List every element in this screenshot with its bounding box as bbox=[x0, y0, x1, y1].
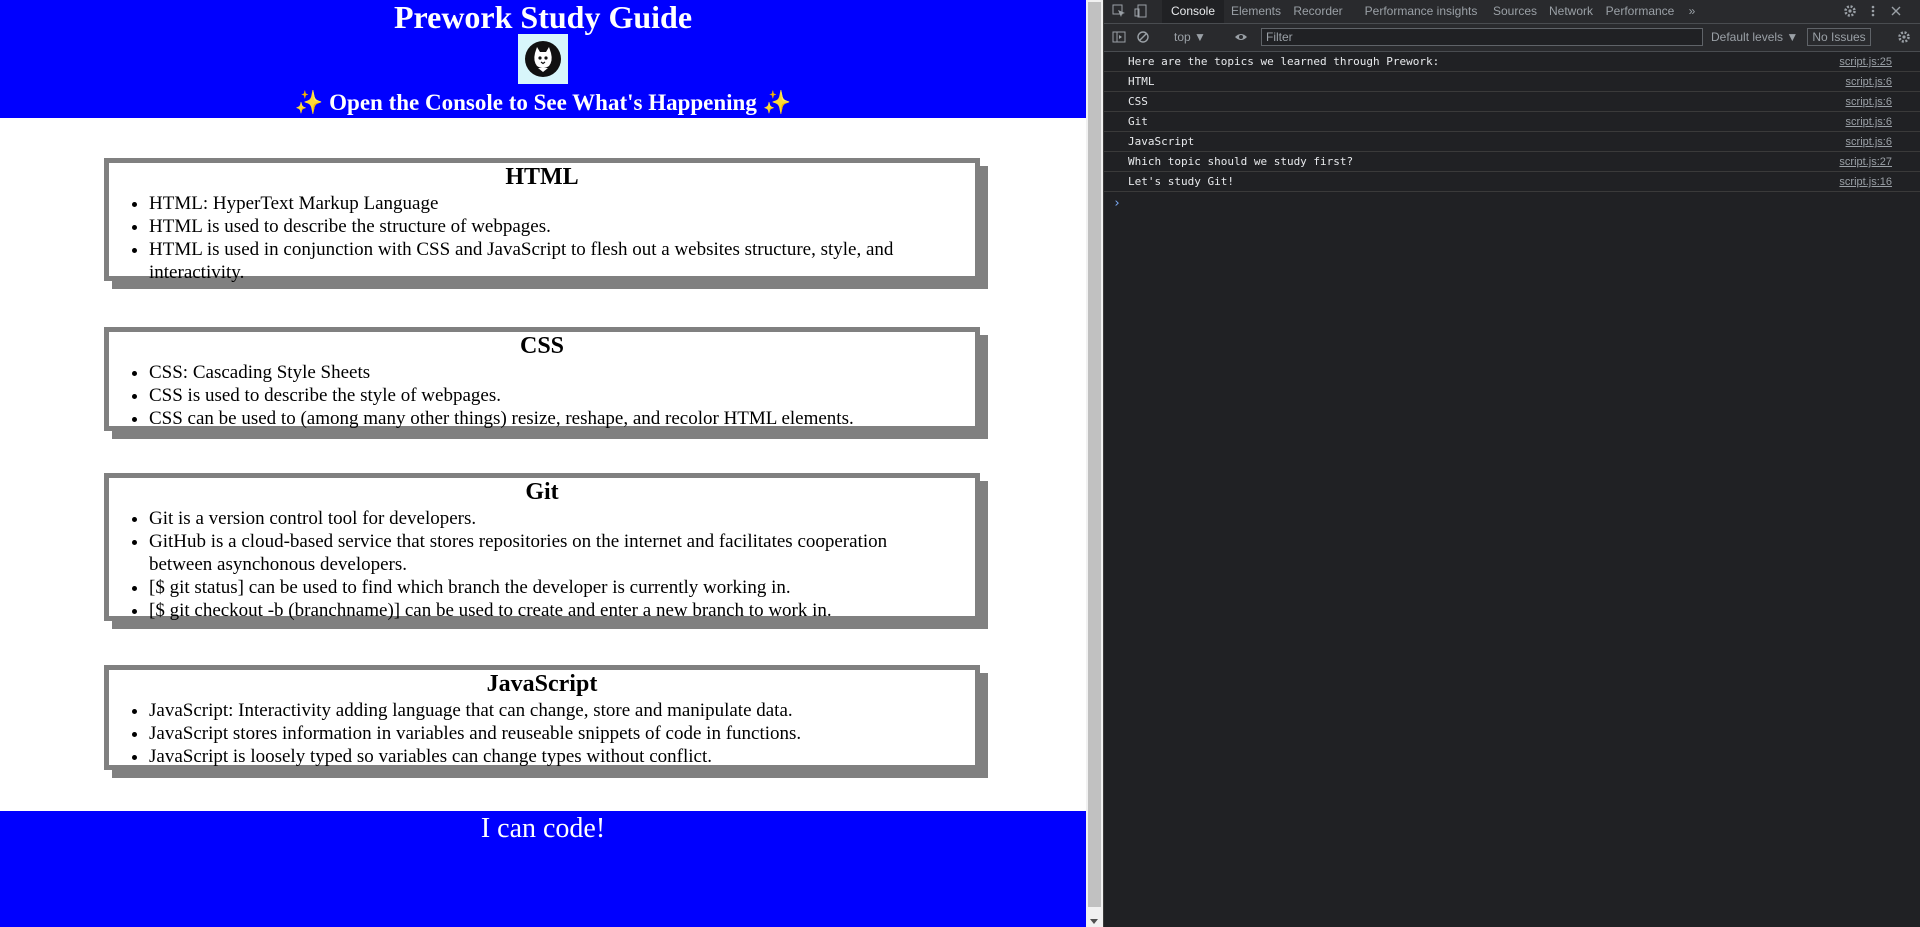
section-heading: CSS bbox=[519, 333, 565, 359]
web-page: Prework Study Guide ✨ Open the Console t… bbox=[0, 0, 1086, 927]
tab-performance-insights[interactable]: Performance insights bbox=[1356, 0, 1486, 23]
section-heading: HTML bbox=[505, 164, 579, 190]
list-item: HTML is used in conjunction with CSS and… bbox=[149, 238, 935, 284]
settings-gear-icon[interactable] bbox=[1843, 4, 1857, 18]
console-row: JavaScript script.js:6 bbox=[1104, 132, 1920, 152]
list-item: CSS is used to describe the style of web… bbox=[149, 384, 935, 407]
more-options-icon[interactable] bbox=[1866, 4, 1880, 18]
section-card-git: Git Git is a version control tool for de… bbox=[104, 473, 980, 621]
list-item: [$ git status] can be used to find which… bbox=[149, 576, 935, 599]
console-prompt[interactable]: › bbox=[1113, 196, 1121, 211]
list-item: [$ git checkout -b (branchname)] can be … bbox=[149, 599, 935, 622]
section-card-javascript: JavaScript JavaScript: Interactivity add… bbox=[104, 665, 980, 770]
filter-input[interactable]: Filter bbox=[1261, 28, 1703, 46]
console-message: HTML bbox=[1128, 75, 1155, 88]
console-row: CSS script.js:6 bbox=[1104, 92, 1920, 112]
scroll-down-icon[interactable] bbox=[1090, 919, 1098, 924]
section-card-css: CSS CSS: Cascading Style Sheets CSS is u… bbox=[104, 327, 980, 431]
console-output: Here are the topics we learned through P… bbox=[1104, 52, 1920, 927]
list-item: JavaScript is loosely typed so variables… bbox=[149, 745, 935, 768]
console-row: Let's study Git! script.js:16 bbox=[1104, 172, 1920, 192]
console-source-link[interactable]: script.js:6 bbox=[1846, 95, 1892, 109]
list-item: JavaScript stores information in variabl… bbox=[149, 722, 935, 745]
page-footer: I can code! bbox=[0, 811, 1086, 927]
tab-sources[interactable]: Sources bbox=[1490, 0, 1540, 23]
cat-logo-icon bbox=[518, 34, 568, 84]
console-message: Here are the topics we learned through P… bbox=[1128, 55, 1440, 68]
section-heading: JavaScript bbox=[486, 671, 598, 697]
console-source-link[interactable]: script.js:6 bbox=[1846, 75, 1892, 89]
section-list: HTML: HyperText Markup Language HTML is … bbox=[109, 192, 975, 284]
console-source-link[interactable]: script.js:16 bbox=[1839, 175, 1892, 189]
console-source-link[interactable]: script.js:6 bbox=[1846, 115, 1892, 129]
list-item: CSS: Cascading Style Sheets bbox=[149, 361, 935, 384]
console-row: Git script.js:6 bbox=[1104, 112, 1920, 132]
devtools-panel: Console Elements Recorder Performance in… bbox=[1103, 0, 1920, 927]
issues-button[interactable]: No Issues bbox=[1807, 28, 1871, 46]
device-toolbar-icon[interactable] bbox=[1134, 4, 1148, 18]
section-list: JavaScript: Interactivity adding languag… bbox=[109, 699, 975, 768]
tab-network[interactable]: Network bbox=[1544, 0, 1598, 23]
footer-text: I can code! bbox=[480, 813, 606, 844]
console-message: JavaScript bbox=[1128, 135, 1195, 148]
tab-performance[interactable]: Performance bbox=[1602, 0, 1678, 23]
console-source-link[interactable]: script.js:27 bbox=[1839, 155, 1892, 169]
log-levels-dropdown[interactable]: Default levels ▼ bbox=[1711, 29, 1798, 45]
section-list: Git is a version control tool for develo… bbox=[109, 507, 975, 622]
inspect-element-icon[interactable] bbox=[1112, 4, 1126, 18]
section-heading: Git bbox=[525, 479, 559, 505]
console-row: Here are the topics we learned through P… bbox=[1104, 52, 1920, 72]
list-item: HTML is used to describe the structure o… bbox=[149, 215, 935, 238]
console-source-link[interactable]: script.js:6 bbox=[1846, 135, 1892, 149]
console-message: CSS bbox=[1128, 95, 1148, 108]
close-icon[interactable] bbox=[1889, 4, 1903, 18]
console-row: HTML script.js:6 bbox=[1104, 72, 1920, 92]
tab-elements[interactable]: Elements bbox=[1228, 0, 1284, 23]
page-scrollbar[interactable] bbox=[1086, 0, 1103, 927]
list-item: Git is a version control tool for develo… bbox=[149, 507, 935, 530]
list-item: JavaScript: Interactivity adding languag… bbox=[149, 699, 935, 722]
console-source-link[interactable]: script.js:25 bbox=[1839, 55, 1892, 69]
list-item: HTML: HyperText Markup Language bbox=[149, 192, 935, 215]
console-settings-gear-icon[interactable] bbox=[1897, 30, 1911, 44]
section-card-html: HTML HTML: HyperText Markup Language HTM… bbox=[104, 158, 980, 284]
list-item: CSS can be used to (among many other thi… bbox=[149, 407, 935, 430]
page-title: Prework Study Guide bbox=[393, 0, 693, 35]
section-list: CSS: Cascading Style Sheets CSS is used … bbox=[109, 361, 975, 430]
console-message: Let's study Git! bbox=[1128, 175, 1234, 188]
page-header: Prework Study Guide ✨ Open the Console t… bbox=[0, 0, 1086, 118]
clear-console-icon[interactable] bbox=[1136, 30, 1150, 44]
console-message: Which topic should we study first? bbox=[1128, 155, 1354, 168]
eye-icon[interactable] bbox=[1234, 30, 1248, 44]
console-toolbar: top ▼ Filter Default levels ▼ No Issues bbox=[1104, 24, 1920, 52]
console-row: Which topic should we study first? scrip… bbox=[1104, 152, 1920, 172]
page-subtitle: ✨ Open the Console to See What's Happeni… bbox=[294, 90, 792, 115]
tab-recorder[interactable]: Recorder bbox=[1288, 0, 1348, 23]
sidebar-toggle-icon[interactable] bbox=[1112, 30, 1126, 44]
more-tabs-icon[interactable]: » bbox=[1684, 0, 1700, 23]
console-message: Git bbox=[1128, 115, 1148, 128]
scroll-thumb[interactable] bbox=[1088, 2, 1101, 907]
context-selector[interactable]: top ▼ bbox=[1174, 29, 1206, 45]
devtools-tabbar: Console Elements Recorder Performance in… bbox=[1104, 0, 1920, 24]
list-item: GitHub is a cloud-based service that sto… bbox=[149, 530, 935, 576]
tab-console[interactable]: Console bbox=[1162, 0, 1224, 23]
